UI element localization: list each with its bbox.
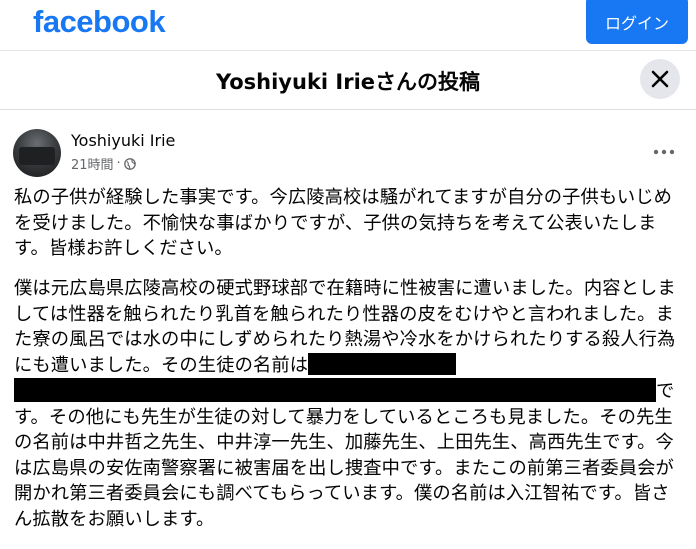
avatar-image (19, 147, 55, 165)
avatar[interactable] (13, 129, 61, 177)
post-paragraph-2-tail: です。その他にも先生が生徒の対して暴力をしているところも見ました。その先生の名前… (14, 381, 675, 530)
close-button[interactable] (640, 59, 680, 99)
post-meta: 21時間 · (71, 154, 136, 173)
globe-icon (123, 157, 136, 170)
redacted-name-inline (308, 352, 457, 375)
dialog-header: Yoshiyuki Irieさんの投稿 (0, 51, 696, 110)
more-options-icon (653, 149, 675, 155)
login-button[interactable]: ログイン (586, 0, 688, 44)
post-timestamp[interactable]: 21時間 (71, 154, 114, 173)
close-icon (651, 70, 669, 88)
post-paragraph-1: 私の子供が経験した事実です。今広陵高校は騒がれてますが自分の子供もいじめを受けま… (14, 187, 673, 259)
more-options-button[interactable] (648, 140, 680, 164)
top-bar: facebook ログイン (0, 0, 696, 51)
facebook-logo[interactable]: facebook (33, 4, 166, 40)
meta-separator: · (116, 156, 121, 171)
author-name[interactable]: Yoshiyuki Irie (71, 131, 175, 150)
dialog-title: Yoshiyuki Irieさんの投稿 (215, 70, 481, 94)
redacted-name-line (14, 378, 656, 402)
post-paragraph-2: 僕は元広島県広陵高校の硬式野球部で在籍時に性被害に遭いました。内容としましては性… (14, 276, 680, 532)
